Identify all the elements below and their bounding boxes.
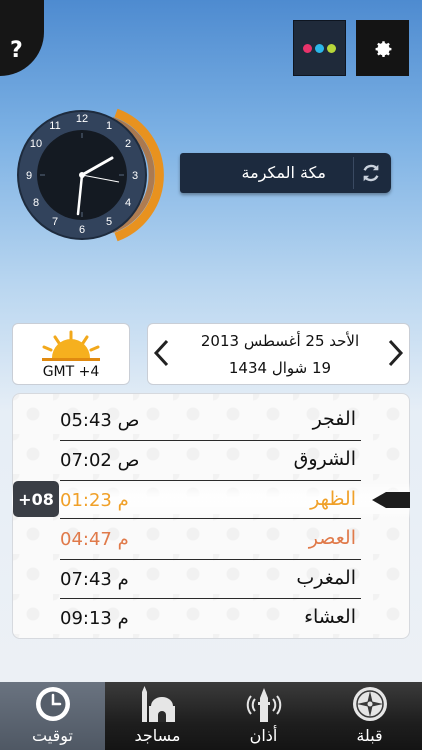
row-divider bbox=[60, 440, 361, 441]
row-divider bbox=[60, 559, 361, 560]
clock-icon bbox=[35, 687, 70, 721]
prayer-name-asr: العصر bbox=[308, 527, 356, 549]
prayer-name-fajr: الفجر bbox=[312, 408, 356, 430]
sun-icon bbox=[42, 330, 100, 361]
theme-dot-blue bbox=[315, 43, 324, 53]
tab-adhan[interactable]: أذان bbox=[211, 682, 316, 750]
clock-number-11: 11 bbox=[49, 120, 60, 132]
mosque-icon bbox=[141, 686, 175, 722]
prayer-time-dhuhr: 01:23 م bbox=[60, 490, 129, 511]
tab-label-timing: توقيت bbox=[32, 726, 73, 745]
theme-dot-green bbox=[327, 43, 336, 53]
clock-number-2: 2 bbox=[125, 138, 131, 150]
tab-label-qibla: قبلة bbox=[356, 726, 383, 745]
tab-qibla[interactable]: قبلة bbox=[317, 682, 422, 750]
tab-label-mosques: مساجد bbox=[134, 726, 181, 745]
tab-label-adhan: أذان bbox=[249, 726, 278, 745]
refresh-icon bbox=[363, 164, 378, 182]
help-button[interactable]: ? bbox=[0, 0, 44, 76]
row-divider bbox=[60, 598, 361, 599]
hijri-date: 19 شوال 1434 bbox=[228, 359, 332, 377]
chevron-left-icon[interactable] bbox=[152, 338, 172, 368]
prayer-time-asr: 04:47 م bbox=[60, 529, 129, 550]
theme-button[interactable] bbox=[293, 20, 346, 76]
row-divider bbox=[60, 518, 361, 519]
prayer-name-dhuhr: الظهر bbox=[310, 488, 356, 510]
prayer-name-maghrib: المغرب bbox=[296, 567, 356, 589]
clock-number-12: 12 bbox=[76, 113, 88, 125]
theme-dot-pink bbox=[303, 43, 312, 53]
current-prayer-pointer-icon bbox=[372, 492, 410, 508]
gregorian-date: الأحد 25 أغسطس 2013 bbox=[200, 332, 360, 350]
sync-location-button[interactable] bbox=[353, 157, 387, 189]
clock-number-7: 7 bbox=[52, 216, 58, 228]
city-name: مكة المكرمة bbox=[241, 163, 326, 182]
prayer-name-sunrise: الشروق bbox=[293, 448, 356, 470]
prayer-time-isha: 09:13 م bbox=[60, 608, 129, 629]
minaret-icon bbox=[246, 688, 281, 722]
clock-number-10: 10 bbox=[30, 138, 42, 150]
tab-timing[interactable]: توقيت bbox=[0, 682, 105, 750]
prayer-time-maghrib: 07:43 م bbox=[60, 569, 129, 590]
settings-button[interactable] bbox=[356, 20, 409, 76]
prayer-name-isha: العشاء bbox=[304, 606, 356, 628]
clock-number-4: 4 bbox=[125, 197, 131, 209]
analog-clock: 12 1 2 3 4 5 6 7 8 9 10 11 bbox=[17, 108, 164, 242]
clock-number-6: 6 bbox=[79, 224, 85, 236]
clock-number-1: 1 bbox=[106, 120, 112, 132]
clock-number-5: 5 bbox=[106, 216, 112, 228]
chevron-right-icon[interactable] bbox=[385, 338, 405, 368]
prayer-time-sunrise: 07:02 ص bbox=[60, 450, 140, 471]
gear-icon bbox=[375, 41, 391, 58]
clock-number-3: 3 bbox=[132, 170, 138, 182]
clock-number-8: 8 bbox=[33, 197, 39, 209]
row-divider bbox=[60, 480, 361, 481]
prayer-time-fajr: 05:43 ص bbox=[60, 410, 140, 431]
compass-icon bbox=[352, 687, 387, 721]
help-icon: ? bbox=[10, 38, 23, 63]
clock-number-9: 9 bbox=[26, 170, 32, 182]
time-offset-badge[interactable]: +08 bbox=[13, 481, 59, 517]
timezone-label: GMT +4 bbox=[42, 364, 100, 380]
tab-mosques[interactable]: مساجد bbox=[105, 682, 210, 750]
